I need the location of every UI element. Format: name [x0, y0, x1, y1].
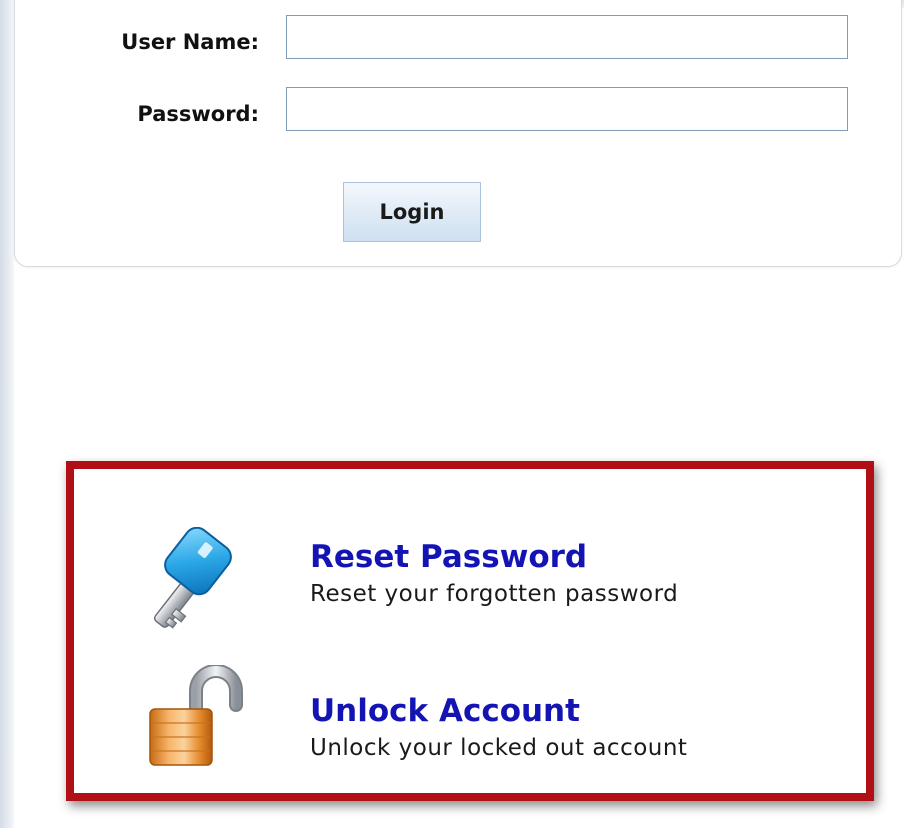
reset-password-option[interactable]: Reset Password Reset your forgotten pass… — [132, 526, 832, 637]
login-button[interactable]: Login — [343, 182, 481, 242]
reset-password-description: Reset your forgotten password — [310, 581, 679, 607]
username-input[interactable] — [286, 15, 848, 59]
username-label: User Name: — [121, 30, 259, 54]
unlock-account-link[interactable]: Unlock Account — [310, 693, 580, 729]
account-recovery-box: Reset Password Reset your forgotten pass… — [66, 461, 874, 801]
reset-password-link[interactable]: Reset Password — [310, 539, 587, 575]
key-icon — [132, 526, 252, 637]
unlock-account-description: Unlock your locked out account — [310, 735, 688, 761]
page-left-band — [0, 0, 14, 828]
padlock-open-icon — [132, 664, 252, 775]
login-panel: User Name: Password: Login — [14, 0, 902, 267]
password-label: Password: — [137, 102, 259, 126]
password-input[interactable] — [286, 87, 848, 131]
unlock-account-option[interactable]: Unlock Account Unlock your locked out ac… — [132, 664, 832, 775]
